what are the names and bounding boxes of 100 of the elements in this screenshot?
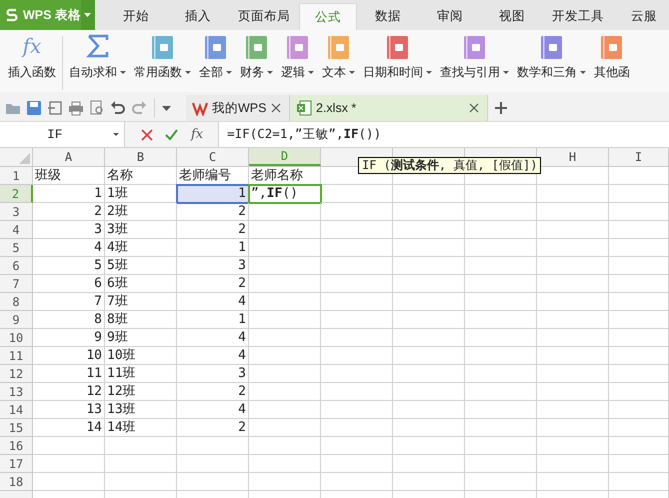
table-cell xyxy=(393,401,465,419)
table-cell xyxy=(537,311,609,329)
table-cell xyxy=(393,347,465,365)
ribbon-tab[interactable]: 开发工具 xyxy=(542,3,613,30)
ribbon-button[interactable]: 自动求和 xyxy=(65,34,130,92)
add-tab-icon[interactable] xyxy=(494,101,508,115)
row-header[interactable]: 3 xyxy=(0,203,33,221)
row-header[interactable]: 4 xyxy=(0,221,33,239)
ribbon-button[interactable]: 逻辑 xyxy=(277,34,318,92)
ribbon-tab[interactable]: 公式 xyxy=(298,3,357,30)
ribbon-button[interactable]: fx 插入函数 xyxy=(4,34,60,92)
name-box[interactable]: IF xyxy=(0,122,125,147)
table-cell xyxy=(105,473,177,491)
row-header[interactable]: 1 xyxy=(0,167,33,185)
row-header[interactable]: 16 xyxy=(0,437,33,455)
ribbon-tab[interactable]: 页面布局 xyxy=(228,3,299,30)
ribbon-tab[interactable]: 云服 xyxy=(612,3,669,30)
table-cell xyxy=(609,383,669,401)
ribbon-button[interactable]: 其他函 xyxy=(590,34,634,92)
book-icon xyxy=(284,34,310,60)
close-icon[interactable] xyxy=(271,103,281,113)
ribbon-tab[interactable]: 开始 xyxy=(104,3,167,30)
table-cell xyxy=(321,275,393,293)
row-header[interactable]: 6 xyxy=(0,257,33,275)
table-cell xyxy=(249,293,321,311)
book-icon xyxy=(326,34,352,60)
table-cell: 1 xyxy=(177,311,249,329)
table-cell xyxy=(609,419,669,437)
document-tab[interactable]: 我的WPS xyxy=(186,95,290,121)
table-cell xyxy=(249,239,321,257)
table-cell: 老师名称 xyxy=(249,167,321,185)
row-header[interactable]: 17 xyxy=(0,455,33,473)
insert-function-button[interactable]: fx xyxy=(190,126,204,142)
ribbon-button[interactable]: 财务 xyxy=(236,34,277,92)
ribbon-tab[interactable]: 数据 xyxy=(356,3,419,30)
row-header[interactable]: 5 xyxy=(0,239,33,257)
table-cell xyxy=(537,383,609,401)
column-header[interactable]: B xyxy=(105,148,177,166)
save-icon[interactable] xyxy=(26,100,42,116)
table-cell xyxy=(321,401,393,419)
table-cell xyxy=(609,365,669,383)
caret-icon[interactable] xyxy=(162,106,171,110)
row-header[interactable]: 9 xyxy=(0,311,33,329)
table-cell xyxy=(249,365,321,383)
table-cell: 4 xyxy=(33,239,105,257)
print-icon[interactable] xyxy=(68,100,84,116)
export-icon[interactable] xyxy=(47,100,63,116)
table-cell xyxy=(465,275,537,293)
table-cell xyxy=(105,437,177,455)
document-tab[interactable]: 2.xlsx * xyxy=(290,95,488,121)
ribbon-button[interactable]: 日期和时间 xyxy=(359,34,436,92)
table-cell: 3班 xyxy=(105,221,177,239)
row-header[interactable]: 13 xyxy=(0,383,33,401)
row-header[interactable]: 10 xyxy=(0,329,33,347)
table-cell xyxy=(465,257,537,275)
table-cell xyxy=(177,473,249,491)
table-cell: 名称 xyxy=(105,167,177,185)
redo-icon[interactable] xyxy=(131,100,147,116)
confirm-icon[interactable] xyxy=(165,128,178,140)
w-logo-icon xyxy=(192,100,208,116)
column-header[interactable]: A xyxy=(33,148,105,166)
ribbon-button[interactable]: 全部 xyxy=(195,34,236,92)
ribbon-button[interactable]: 数学和三角 xyxy=(513,34,590,92)
table-cell xyxy=(249,203,321,221)
table-cell[interactable]: 1 xyxy=(177,185,249,203)
table-cell[interactable]: ”,IF() xyxy=(249,185,321,203)
close-icon[interactable] xyxy=(469,103,479,113)
table-cell xyxy=(537,257,609,275)
table-cell xyxy=(321,311,393,329)
column-header[interactable]: I xyxy=(609,148,669,166)
row-header[interactable]: 12 xyxy=(0,365,33,383)
row-header[interactable]: 7 xyxy=(0,275,33,293)
ribbon-button[interactable]: 常用函数 xyxy=(130,34,195,92)
table-cell xyxy=(537,329,609,347)
row-header[interactable]: 8 xyxy=(0,293,33,311)
table-cell xyxy=(537,365,609,383)
table-cell xyxy=(537,347,609,365)
ribbon-button[interactable]: 文本 xyxy=(318,34,359,92)
table-cell: 班级 xyxy=(33,167,105,185)
ribbon-tab[interactable]: 审阅 xyxy=(418,3,481,30)
ribbon-button[interactable]: 查找与引用 xyxy=(436,34,513,92)
row-header[interactable]: 15 xyxy=(0,419,33,437)
table-cell xyxy=(609,185,669,203)
table-cell: 5班 xyxy=(105,257,177,275)
table-cell: 3 xyxy=(177,365,249,383)
ribbon-tab[interactable]: 插入 xyxy=(166,3,229,30)
row-header[interactable]: 18 xyxy=(0,473,33,491)
table-cell: 10 xyxy=(33,347,105,365)
table-cell xyxy=(609,293,669,311)
table-cell xyxy=(537,401,609,419)
table-cell xyxy=(537,473,609,491)
cancel-icon[interactable] xyxy=(141,128,153,140)
preview-icon[interactable] xyxy=(89,100,105,116)
formula-field[interactable]: =IF(C2=1,”王敏”,IF()) xyxy=(218,122,669,147)
row-header[interactable]: 11 xyxy=(0,347,33,365)
undo-icon[interactable] xyxy=(110,100,126,116)
book-icon xyxy=(244,34,270,60)
table-cell xyxy=(465,365,537,383)
ribbon-tab[interactable]: 视图 xyxy=(480,3,543,30)
row-header[interactable]: 14 xyxy=(0,401,33,419)
